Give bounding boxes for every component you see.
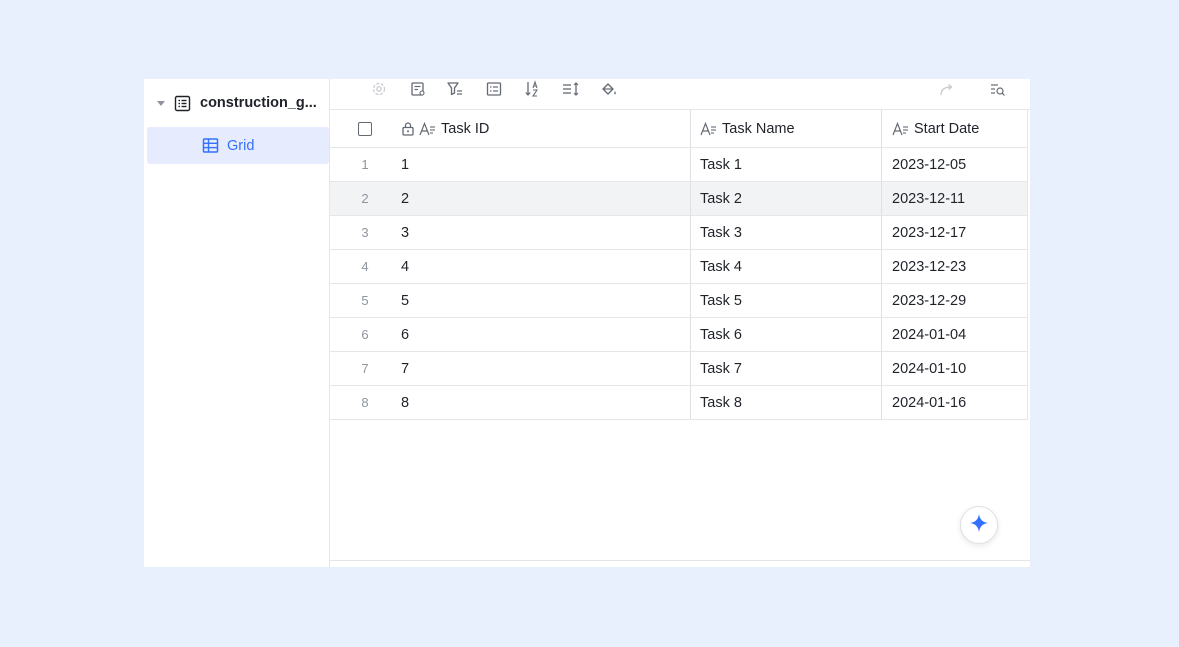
cell-task-id[interactable]: 6 — [400, 318, 690, 351]
search-icon[interactable] — [989, 80, 1007, 98]
grid-view-icon — [202, 137, 219, 154]
cell-start-date[interactable]: 2024-01-16 — [881, 386, 1028, 419]
table-icon — [174, 95, 191, 112]
column-header-task-id[interactable]: Task ID — [400, 110, 690, 147]
cell-task-id[interactable]: 4 — [400, 250, 690, 283]
cell-start-date[interactable]: 2024-01-10 — [881, 352, 1028, 385]
column-header-label: Task Name — [722, 120, 795, 137]
row-number: 7 — [361, 361, 369, 376]
cell-task-id[interactable]: 5 — [400, 284, 690, 317]
app-window: construction_g... Grid Task ID Task Name… — [144, 79, 1030, 567]
column-header-label: Task ID — [441, 120, 490, 137]
table-row[interactable]: 8 8 Task 8 2024-01-16 — [330, 386, 1028, 420]
sidebar-item-grid-view[interactable]: Grid — [147, 127, 329, 164]
ai-assistant-button[interactable] — [960, 506, 998, 544]
row-number: 2 — [361, 191, 369, 206]
row-number: 3 — [361, 225, 369, 240]
caret-down-icon[interactable] — [157, 100, 165, 106]
table-row[interactable]: 7 7 Task 7 2024-01-10 — [330, 352, 1028, 386]
table-row[interactable]: 3 3 Task 3 2023-12-17 — [330, 216, 1028, 250]
cell-task-name[interactable]: Task 4 — [690, 250, 882, 283]
row-number: 4 — [361, 259, 369, 274]
divider — [330, 560, 1030, 561]
form-icon[interactable] — [409, 80, 427, 98]
cell-start-date[interactable]: 2023-12-17 — [881, 216, 1028, 249]
toolbar — [330, 79, 1030, 110]
sort-icon[interactable] — [523, 80, 541, 98]
filter-icon[interactable] — [446, 80, 464, 98]
main-panel: Task ID Task Name Start Date 1 1 Task 1 … — [330, 79, 1030, 567]
cell-task-name[interactable]: Task 7 — [690, 352, 882, 385]
row-number: 5 — [361, 293, 369, 308]
cell-task-name[interactable]: Task 6 — [690, 318, 882, 351]
select-all-checkbox[interactable] — [358, 121, 372, 136]
cell-task-name[interactable]: Task 2 — [690, 182, 882, 215]
cell-start-date[interactable]: 2024-01-04 — [881, 318, 1028, 351]
select-all-cell[interactable] — [330, 110, 400, 147]
data-grid: Task ID Task Name Start Date 1 1 Task 1 … — [330, 110, 1028, 420]
column-header-task-name[interactable]: Task Name — [690, 110, 882, 147]
cell-task-name[interactable]: Task 8 — [690, 386, 882, 419]
sidebar-item-table[interactable]: construction_g... — [144, 89, 330, 117]
row-number: 6 — [361, 327, 369, 342]
sidebar-grid-label: Grid — [227, 137, 255, 154]
lock-icon — [401, 121, 415, 136]
cell-task-id[interactable]: 8 — [400, 386, 690, 419]
cell-task-name[interactable]: Task 5 — [690, 284, 882, 317]
cell-start-date[interactable]: 2023-12-29 — [881, 284, 1028, 317]
cell-start-date[interactable]: 2023-12-05 — [881, 148, 1028, 181]
row-number: 1 — [361, 157, 369, 172]
text-field-icon — [419, 121, 437, 136]
sidebar: construction_g... Grid — [144, 79, 330, 567]
share-icon[interactable] — [938, 80, 956, 98]
fill-color-icon[interactable] — [600, 80, 618, 98]
text-field-icon — [892, 121, 910, 136]
cell-task-id[interactable]: 2 — [400, 182, 690, 215]
cell-task-name[interactable]: Task 1 — [690, 148, 882, 181]
cell-task-id[interactable]: 3 — [400, 216, 690, 249]
table-row[interactable]: 5 5 Task 5 2023-12-29 — [330, 284, 1028, 318]
column-header-label: Start Date — [914, 120, 980, 137]
table-row[interactable]: 6 6 Task 6 2024-01-04 — [330, 318, 1028, 352]
settings-icon[interactable] — [370, 80, 388, 98]
table-row[interactable]: 1 1 Task 1 2023-12-05 — [330, 148, 1028, 182]
text-field-icon — [700, 121, 718, 136]
grid-header-row: Task ID Task Name Start Date — [330, 110, 1028, 148]
cell-task-id[interactable]: 7 — [400, 352, 690, 385]
table-row[interactable]: 2 2 Task 2 2023-12-11 — [330, 182, 1028, 216]
column-header-start-date[interactable]: Start Date — [881, 110, 1028, 147]
row-height-icon[interactable] — [562, 80, 580, 98]
group-icon[interactable] — [485, 80, 503, 98]
row-number: 8 — [361, 395, 369, 410]
cell-task-name[interactable]: Task 3 — [690, 216, 882, 249]
sidebar-table-label: construction_g... — [200, 95, 317, 111]
cell-start-date[interactable]: 2023-12-11 — [881, 182, 1028, 215]
cell-start-date[interactable]: 2023-12-23 — [881, 250, 1028, 283]
table-row[interactable]: 4 4 Task 4 2023-12-23 — [330, 250, 1028, 284]
sparkle-icon — [969, 513, 989, 538]
cell-task-id[interactable]: 1 — [400, 148, 690, 181]
